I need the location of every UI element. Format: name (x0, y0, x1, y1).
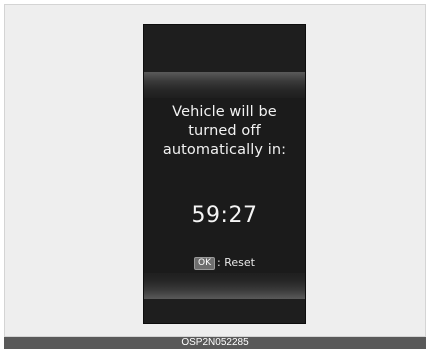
auto-off-message: Vehicle will be turned off automatically… (144, 103, 305, 160)
figure-code-bar: OSP2N052285 (4, 337, 426, 349)
countdown-timer: 59:27 (191, 203, 258, 228)
display-top-highlight (144, 72, 305, 98)
reset-label: : Reset (217, 256, 255, 269)
figure-code: OSP2N052285 (181, 337, 249, 348)
display-top-band (144, 25, 305, 72)
message-line-1: Vehicle will be (172, 104, 277, 120)
display-bottom-highlight (144, 273, 305, 299)
message-line-2: turned off (188, 123, 261, 139)
cluster-display: Vehicle will be turned off automatically… (144, 25, 305, 323)
message-line-3: automatically in: (162, 142, 287, 158)
display-bottom-band (144, 299, 305, 323)
ok-button-icon[interactable]: OK (194, 257, 216, 270)
reset-hint: OK: Reset (144, 256, 305, 270)
figure-frame: Vehicle will be turned off automatically… (4, 4, 426, 337)
